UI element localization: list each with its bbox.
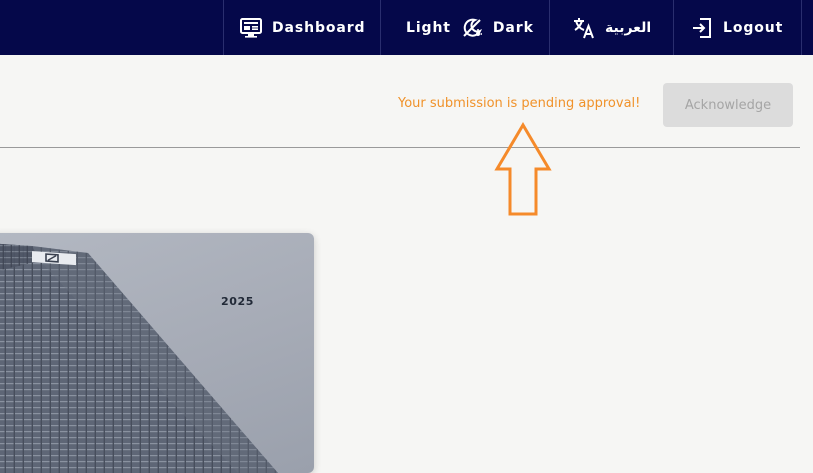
nav-language-label: العربية [605,19,652,36]
up-arrow-icon [494,122,552,222]
logout-icon [691,17,713,38]
report-card[interactable]: 2025 [0,233,314,473]
theme-toggle-icon [461,17,483,39]
card-year: 2025 [221,295,255,308]
nav-logout-label: Logout [723,19,784,36]
nav-dashboard[interactable]: Dashboard [223,0,380,55]
nav-theme-toggle[interactable]: Light Dark [380,0,549,55]
skyscraper-photo [0,243,278,473]
nav-logout[interactable]: Logout [673,0,802,55]
translate-icon [573,17,595,39]
top-navbar: Dashboard Light Dark العربية Logout [0,0,813,55]
nav-dashboard-label: Dashboard [272,19,366,36]
monitor-icon [240,17,262,38]
theme-dark-label: Dark [492,19,534,36]
theme-light-label: Light [406,19,451,36]
pending-approval-message: Your submission is pending approval! [398,96,641,111]
divider [0,147,800,148]
nav-language[interactable]: العربية [549,0,673,55]
acknowledge-button[interactable]: Acknowledge [663,83,793,127]
